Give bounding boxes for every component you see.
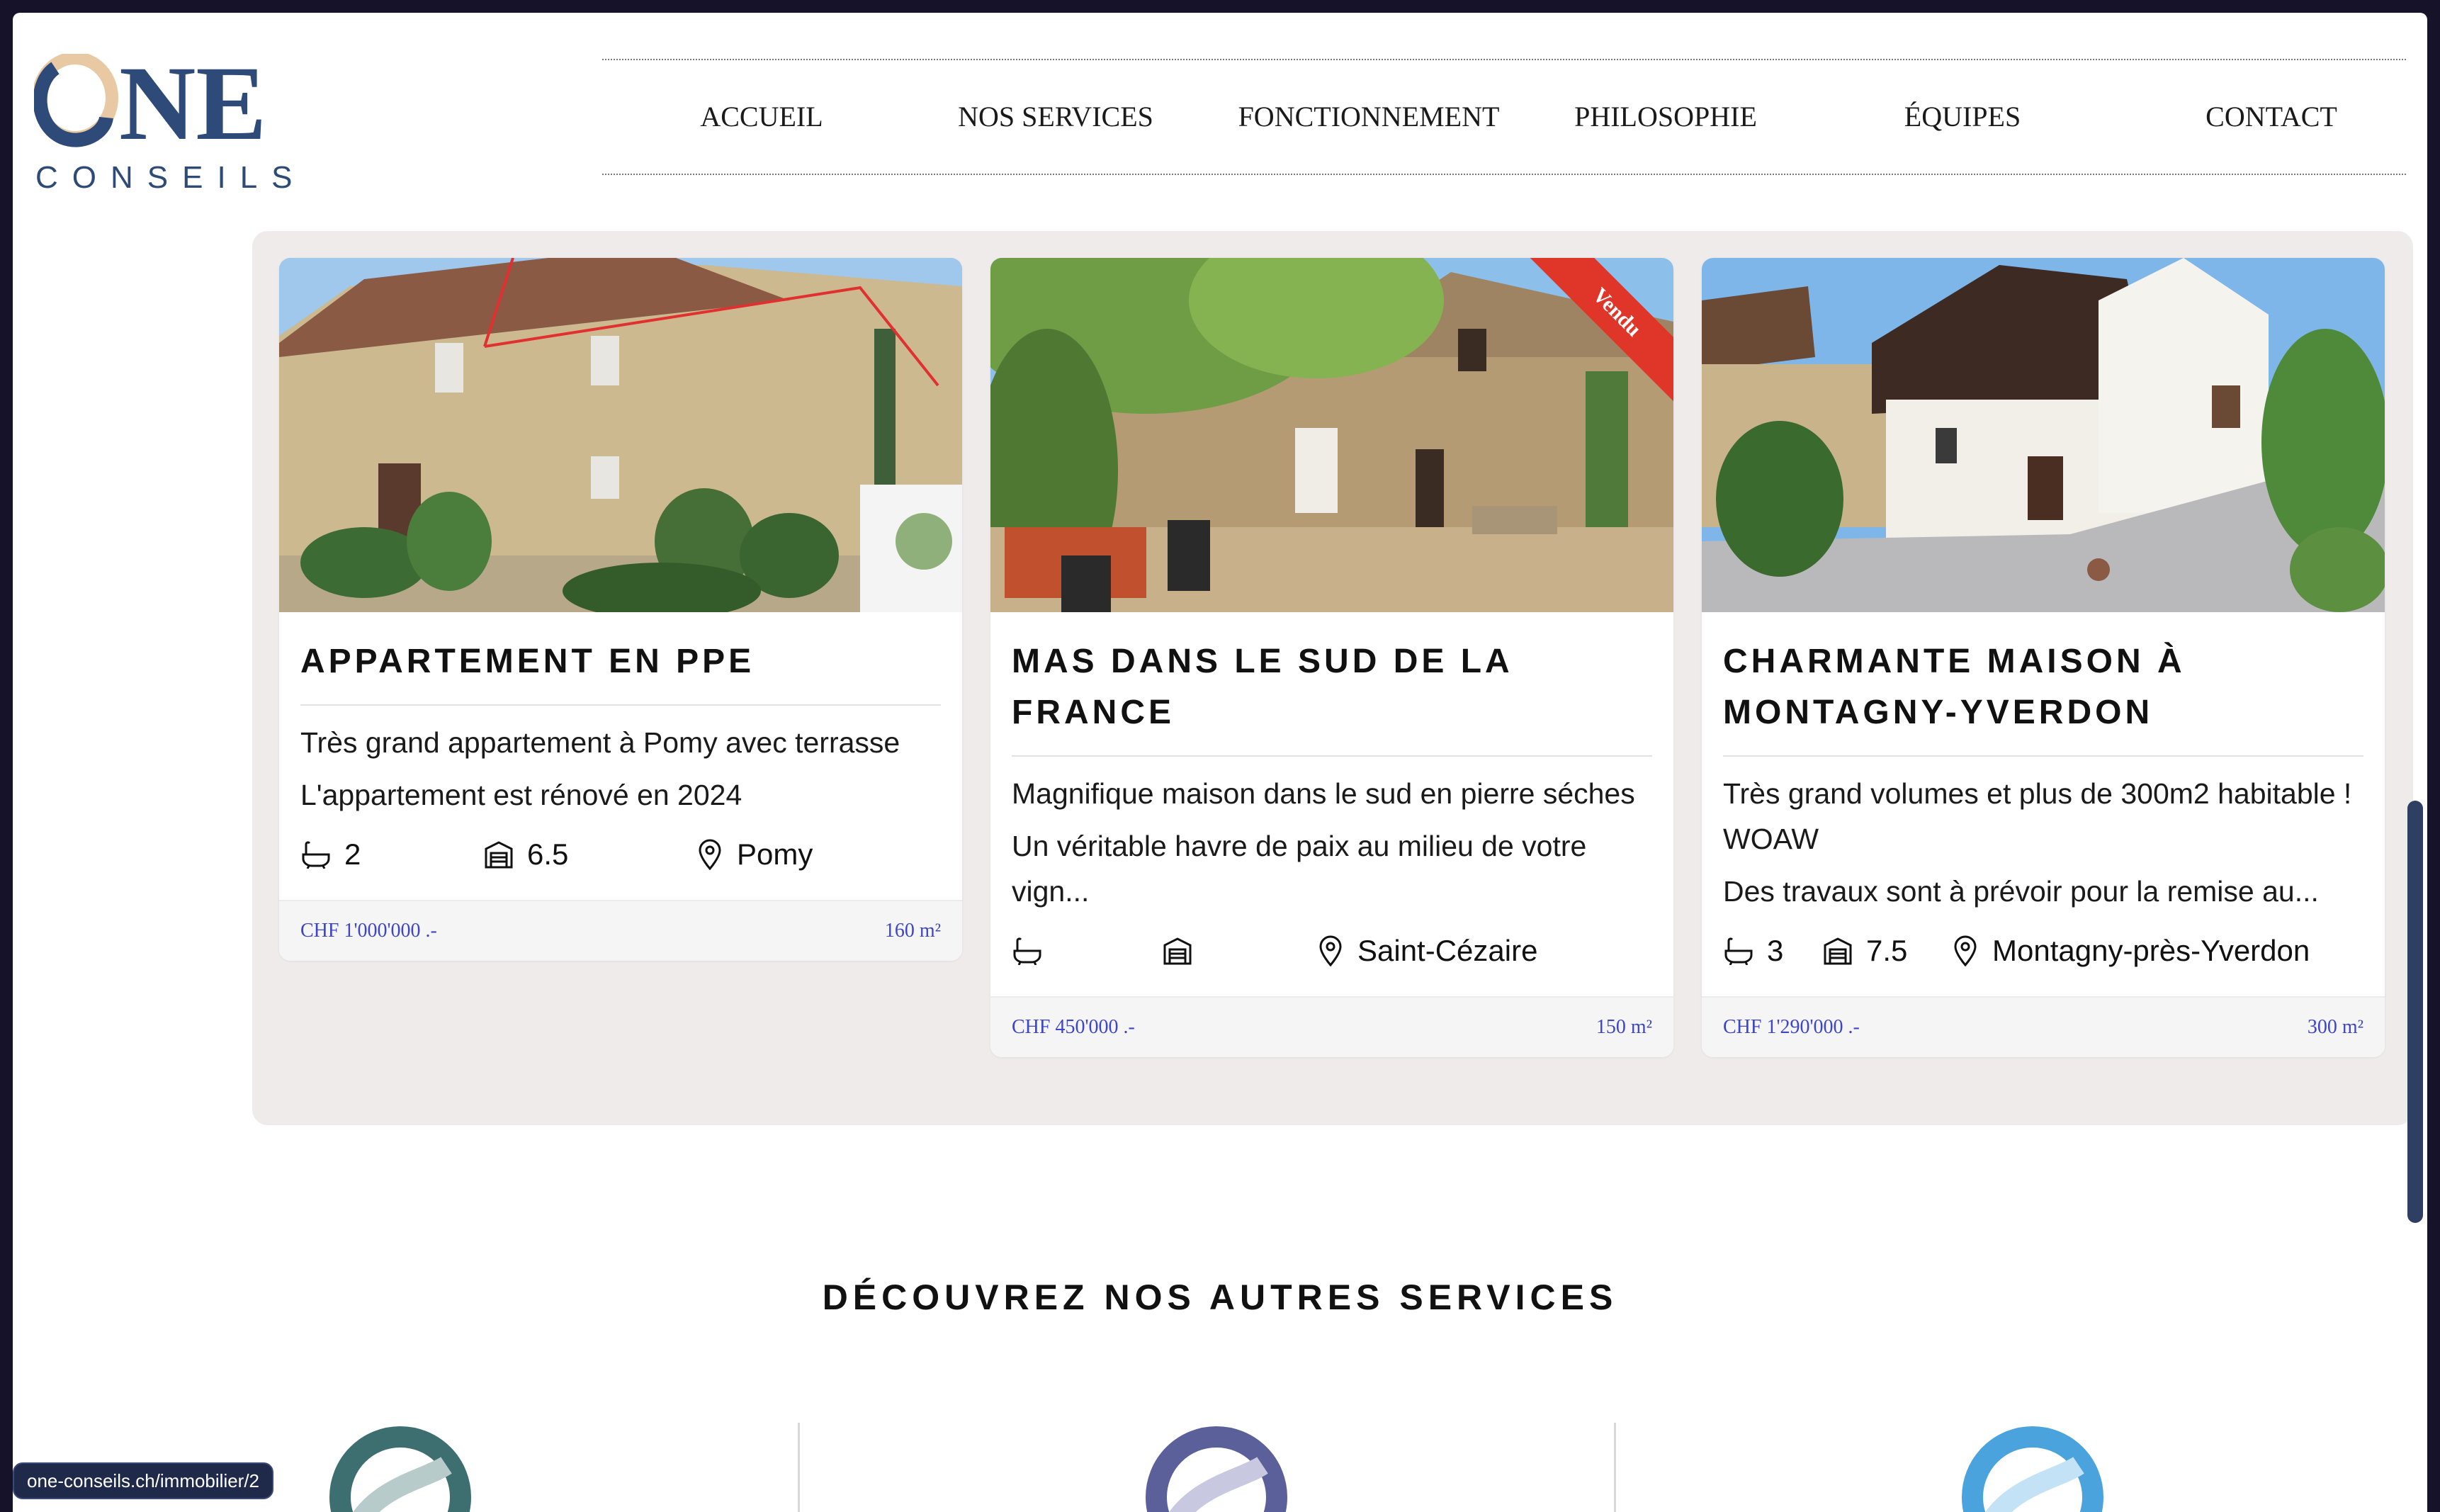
listing-description: Magnifique maison dans le sud en pierre … [1012, 771, 1652, 914]
bathrooms-meta: 2 [300, 833, 361, 876]
sky-ring-icon[interactable] [1958, 1423, 2107, 1512]
listing-card-appartement[interactable]: APPARTEMENT EN PPE Très grand appartemen… [279, 258, 962, 961]
bathtub-icon [1013, 937, 1041, 965]
location-value: Pomy [737, 837, 813, 871]
rooms-meta: 6.5 [483, 833, 568, 876]
listing-title[interactable]: CHARMANTE MAISON À MONTAGNY-YVERDON [1723, 636, 2363, 757]
listing-area: 160 m² [884, 920, 941, 942]
listing-meta: 3 7.5 Montagny-près-Yverdon [1723, 930, 2363, 972]
bathtub-icon [1724, 937, 1753, 965]
garage-icon [485, 841, 513, 869]
listing-desc-line: Très grand volumes et plus de 300m2 habi… [1723, 777, 2352, 855]
status-url-bar: one-conseils.ch/immobilier/2 [13, 1462, 274, 1499]
listing-photo[interactable] [279, 258, 962, 612]
indigo-ring-icon[interactable] [1142, 1423, 1291, 1512]
page: NE CONSEILS ACCUEIL NOS SERVICES FONCTIO… [13, 13, 2427, 1512]
listing-footer: CHF 450'000 .- 150 m² [990, 996, 1673, 1057]
nav-philosophie[interactable]: PHILOSOPHIE [1542, 60, 1790, 174]
rooms-meta: 7.5 [1822, 930, 1907, 972]
location-value: Montagny-près-Yverdon [1992, 934, 2310, 967]
listing-title[interactable]: MAS DANS LE SUD DE LA FRANCE [1012, 636, 1652, 757]
bathrooms-meta: 3 [1723, 930, 1783, 972]
location-pin-icon [1319, 935, 1342, 966]
listing-desc-line: Des travaux sont à prévoir pour la remis… [1723, 875, 2319, 908]
listing-area: 300 m² [2307, 1016, 2363, 1038]
location-meta: Montagny-près-Yverdon [1951, 930, 2310, 972]
garage-icon [1824, 937, 1852, 965]
listing-desc-line: Un véritable havre de paix au milieu de … [1012, 830, 1587, 908]
bathrooms-value: 2 [344, 837, 361, 871]
bathrooms-value: 3 [1767, 934, 1784, 967]
listing-meta: Saint-Cézaire [1012, 930, 1652, 972]
listing-description: Très grand appartement à Pomy avec terra… [300, 720, 941, 818]
listing-title[interactable]: APPARTEMENT EN PPE [300, 636, 941, 706]
listing-description: Très grand volumes et plus de 300m2 habi… [1723, 771, 2363, 914]
svg-text:NE: NE [119, 54, 266, 153]
location-meta: Pomy [696, 833, 813, 876]
listing-price: CHF 1'290'000 .- [1723, 1016, 1860, 1038]
nav-accueil[interactable]: ACCUEIL [645, 60, 879, 174]
one-conseils-logo[interactable]: NE CONSEILS [34, 54, 303, 203]
listing-desc-line: L'appartement est rénové en 2024 [300, 779, 742, 811]
teal-ring-icon[interactable] [326, 1423, 475, 1512]
services-divider [1614, 1423, 1616, 1512]
listing-card-montagny[interactable]: CHARMANTE MAISON À MONTAGNY-YVERDON Très… [1702, 258, 2385, 1057]
listing-price: CHF 450'000 .- [1012, 1016, 1135, 1038]
nav-fonctionnement[interactable]: FONCTIONNEMENT [1213, 60, 1525, 174]
listings-panel: APPARTEMENT EN PPE Très grand appartemen… [252, 231, 2413, 1125]
garage-icon [1163, 937, 1192, 965]
listing-area: 150 m² [1595, 1016, 1652, 1038]
logo-subtitle: CONSEILS [35, 160, 307, 195]
rooms-value: 6.5 [527, 837, 569, 871]
listing-price: CHF 1'000'000 .- [300, 920, 437, 942]
listing-desc-line: Magnifique maison dans le sud en pierre … [1012, 777, 1635, 810]
listing-desc-line: Très grand appartement à Pomy avec terra… [300, 726, 900, 759]
location-pin-icon [1954, 935, 1977, 966]
services-heading: DÉCOUVREZ NOS AUTRES SERVICES [822, 1277, 1618, 1317]
location-value: Saint-Cézaire [1357, 934, 1538, 967]
nav-contact[interactable]: CONTACT [2151, 60, 2392, 174]
rooms-value: 7.5 [1866, 934, 1908, 967]
listing-photo[interactable]: Vendu [990, 258, 1673, 612]
bathtub-icon [302, 841, 330, 869]
location-pin-icon [699, 839, 721, 870]
listing-meta: 2 6.5 Pomy [300, 833, 941, 876]
listing-photo[interactable] [1702, 258, 2385, 612]
listing-footer: CHF 1'000'000 .- 160 m² [279, 900, 962, 961]
page-scrollbar[interactable] [2407, 801, 2423, 1223]
nav-nos-services[interactable]: NOS SERVICES [935, 60, 1176, 174]
rooms-meta [1162, 930, 1206, 972]
services-divider [798, 1423, 800, 1512]
listing-footer: CHF 1'290'000 .- 300 m² [1702, 996, 2385, 1057]
main-nav: ACCUEIL NOS SERVICES FONCTIONNEMENT PHIL… [602, 59, 2406, 175]
logo-one-mark: NE [34, 54, 266, 153]
location-meta: Saint-Cézaire [1316, 930, 1537, 972]
listing-card-mas[interactable]: Vendu MAS DANS LE SUD DE LA FRANCE Magni… [990, 258, 1673, 1057]
bathrooms-meta [1012, 930, 1056, 972]
nav-equipes[interactable]: ÉQUIPES [1842, 60, 2083, 174]
